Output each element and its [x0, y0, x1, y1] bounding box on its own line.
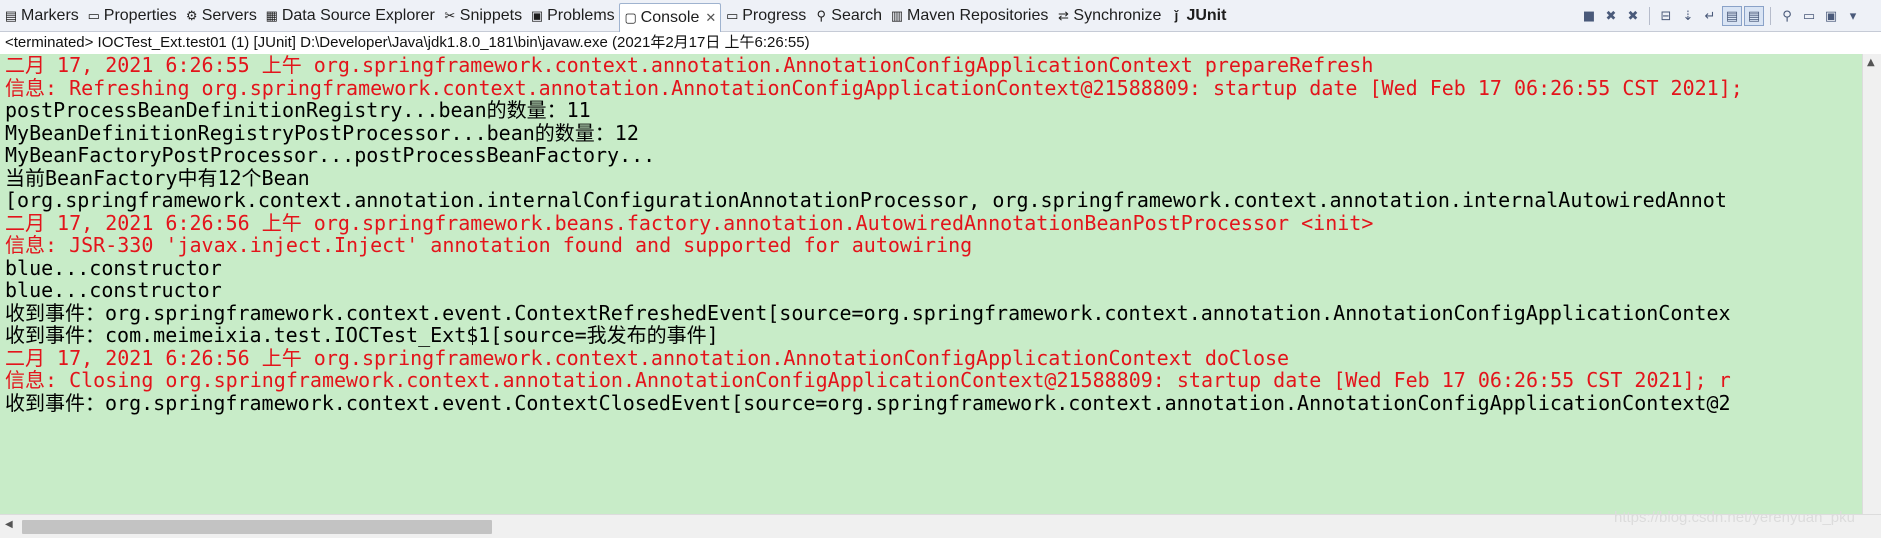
horizontal-scrollbar[interactable]: ◀: [0, 514, 1881, 538]
synchronize-icon: ⇄: [1057, 8, 1069, 23]
scroll-left-arrow-icon[interactable]: ◀: [5, 519, 13, 530]
tab-markers[interactable]: ▤ Markers: [0, 1, 83, 31]
tab-synchronize[interactable]: ⇄ Synchronize: [1052, 1, 1165, 31]
console-toolbar: ■ ✖ ✖ ⊟ ⇣ ↵ ▤ ▤ ⚲ ▭ ▣ ▾: [1579, 0, 1881, 32]
clear-console-icon[interactable]: ⊟: [1656, 6, 1676, 26]
show-on-stderr-icon[interactable]: ▤: [1744, 6, 1764, 26]
data-source-icon: ▦: [265, 8, 278, 23]
scroll-lock-icon[interactable]: ⇣: [1678, 6, 1698, 26]
search-icon: ⚲: [816, 8, 827, 23]
maven-icon: ▥: [890, 8, 904, 23]
tab-label: Properties: [103, 7, 177, 24]
remove-all-icon[interactable]: ✖: [1623, 6, 1643, 26]
view-tabs: ▤ Markers ▭ Properties ⚙ Servers ▦ Data Source …: [0, 0, 1230, 33]
tab-snippets[interactable]: ✂ Snippets: [439, 1, 526, 31]
problems-icon: ▣: [530, 8, 544, 23]
close-tab-icon[interactable]: ✕: [705, 10, 716, 26]
view-tab-bar: ▤ Markers ▭ Properties ⚙ Servers ▦ Data Source …: [0, 0, 1881, 33]
console-icon: ▢: [624, 10, 637, 25]
horizontal-scroll-thumb[interactable]: [22, 520, 492, 534]
markers-icon: ▤: [4, 8, 18, 23]
tab-label: Synchronize: [1073, 7, 1162, 24]
vertical-scrollbar[interactable]: ▲: [1862, 54, 1881, 514]
tab-junit[interactable]: ǰ JUnit: [1165, 1, 1230, 31]
stop-icon[interactable]: ■: [1579, 6, 1599, 26]
tab-label: Servers: [201, 7, 257, 24]
tab-label: Progress: [742, 7, 807, 24]
tab-label: Markers: [21, 7, 79, 24]
tab-progress[interactable]: ▭ Progress: [721, 1, 810, 31]
display-console-icon[interactable]: ▭: [1799, 6, 1819, 26]
tab-properties[interactable]: ▭ Properties: [83, 1, 181, 31]
progress-icon: ▭: [726, 8, 739, 23]
toolbar-separator: [1649, 7, 1650, 25]
show-on-stdout-icon[interactable]: ▤: [1722, 6, 1742, 26]
pin-console-icon[interactable]: ⚲: [1777, 6, 1797, 26]
open-console-icon[interactable]: ▣: [1821, 6, 1841, 26]
word-wrap-icon[interactable]: ↵: [1700, 6, 1720, 26]
tab-servers[interactable]: ⚙ Servers: [181, 1, 261, 31]
tab-label: Search: [831, 7, 882, 24]
tab-label: JUnit: [1186, 7, 1227, 24]
toolbar-separator: [1770, 7, 1771, 25]
remove-launch-icon[interactable]: ✖: [1601, 6, 1621, 26]
tab-label: Maven Repositories: [906, 7, 1049, 24]
tab-label: Snippets: [459, 7, 523, 24]
tab-problems[interactable]: ▣ Problems: [526, 1, 619, 31]
view-menu-icon[interactable]: ▾: [1843, 6, 1863, 26]
snippets-icon: ✂: [444, 8, 456, 23]
tab-search[interactable]: ⚲ Search: [810, 1, 886, 31]
tab-label: Problems: [547, 7, 615, 24]
scroll-up-arrow-icon[interactable]: ▲: [1867, 57, 1875, 68]
properties-icon: ▭: [87, 8, 100, 23]
tab-label: Data Source Explorer: [281, 7, 435, 24]
console-status-label: <terminated> IOCTest_Ext.test01 (1) [JUn…: [0, 32, 1881, 54]
tab-data-source-explorer[interactable]: ▦ Data Source Explorer: [261, 1, 439, 31]
junit-icon: ǰ: [1174, 8, 1179, 23]
tab-maven-repositories[interactable]: ▥ Maven Repositories: [886, 1, 1052, 31]
servers-icon: ⚙: [185, 8, 198, 23]
tab-label: Console: [640, 9, 700, 26]
console-output[interactable]: 二月 17, 2021 6:26:55 上午 org.springframewo…: [0, 54, 1862, 514]
tab-console[interactable]: ▢ Console ✕: [618, 2, 722, 33]
console-line: 收到事件：org.springframework.context.event.C…: [5, 390, 1731, 415]
watermark: https://blog.csdn.net/yerenyuan_pku: [1614, 509, 1855, 526]
